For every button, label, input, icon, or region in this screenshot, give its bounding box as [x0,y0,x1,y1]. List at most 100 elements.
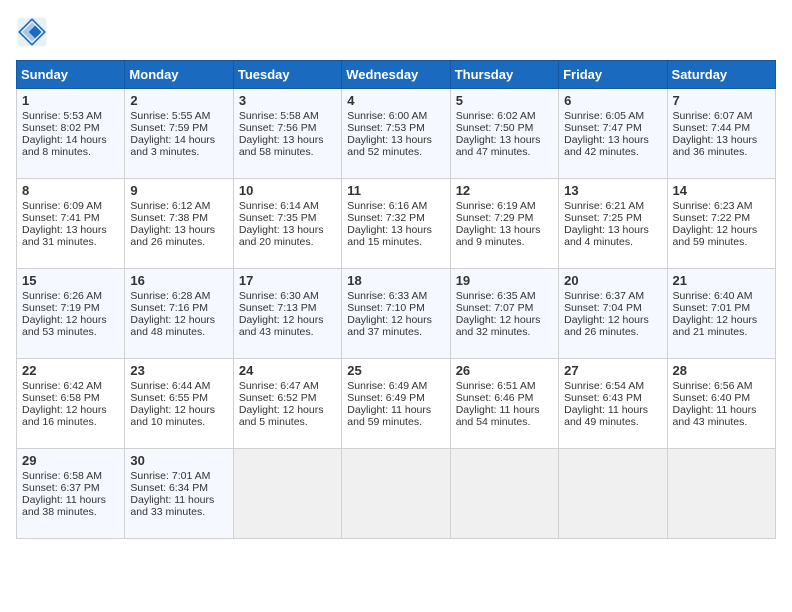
day-info: and 49 minutes. [564,416,661,428]
calendar-cell: 1Sunrise: 5:53 AMSunset: 8:02 PMDaylight… [17,89,125,179]
day-info: Sunset: 6:40 PM [673,392,770,404]
calendar-table: SundayMondayTuesdayWednesdayThursdayFrid… [16,60,776,539]
day-info: Sunset: 6:55 PM [130,392,227,404]
day-info: Sunset: 6:46 PM [456,392,553,404]
day-number: 16 [130,273,227,288]
day-info: Sunset: 7:44 PM [673,122,770,134]
day-info: Sunrise: 6:58 AM [22,470,119,482]
day-info: Daylight: 12 hours [130,314,227,326]
weekday-header-sunday: Sunday [17,61,125,89]
day-info: Daylight: 11 hours [564,404,661,416]
day-info: Sunset: 7:41 PM [22,212,119,224]
page-header [16,16,776,48]
day-info: and 48 minutes. [130,326,227,338]
day-info: and 38 minutes. [22,506,119,518]
day-number: 17 [239,273,336,288]
day-info: Sunset: 7:35 PM [239,212,336,224]
day-info: Daylight: 13 hours [564,224,661,236]
day-info: Sunset: 7:38 PM [130,212,227,224]
day-info: Sunrise: 6:33 AM [347,290,444,302]
weekday-header-monday: Monday [125,61,233,89]
calendar-cell: 29Sunrise: 6:58 AMSunset: 6:37 PMDayligh… [17,449,125,539]
day-info: and 10 minutes. [130,416,227,428]
day-info: Sunrise: 6:40 AM [673,290,770,302]
day-info: Sunrise: 6:44 AM [130,380,227,392]
day-info: Sunset: 6:49 PM [347,392,444,404]
day-info: Sunset: 8:02 PM [22,122,119,134]
day-info: Sunrise: 6:07 AM [673,110,770,122]
day-info: Sunset: 7:07 PM [456,302,553,314]
day-info: Daylight: 13 hours [239,224,336,236]
day-info: and 54 minutes. [456,416,553,428]
calendar-cell: 4Sunrise: 6:00 AMSunset: 7:53 PMDaylight… [342,89,450,179]
day-info: and 47 minutes. [456,146,553,158]
calendar-cell: 28Sunrise: 6:56 AMSunset: 6:40 PMDayligh… [667,359,775,449]
day-info: Sunset: 7:22 PM [673,212,770,224]
day-info: Daylight: 13 hours [456,134,553,146]
calendar-cell: 18Sunrise: 6:33 AMSunset: 7:10 PMDayligh… [342,269,450,359]
calendar-cell: 17Sunrise: 6:30 AMSunset: 7:13 PMDayligh… [233,269,341,359]
calendar-cell: 21Sunrise: 6:40 AMSunset: 7:01 PMDayligh… [667,269,775,359]
day-info: and 31 minutes. [22,236,119,248]
weekday-header-wednesday: Wednesday [342,61,450,89]
day-info: Sunrise: 5:55 AM [130,110,227,122]
day-info: Sunset: 7:32 PM [347,212,444,224]
day-number: 27 [564,363,661,378]
day-info: Daylight: 13 hours [456,224,553,236]
day-info: Daylight: 13 hours [347,134,444,146]
day-info: Daylight: 12 hours [456,314,553,326]
day-info: and 4 minutes. [564,236,661,248]
day-number: 5 [456,93,553,108]
day-number: 30 [130,453,227,468]
day-info: Daylight: 12 hours [564,314,661,326]
logo [16,16,52,48]
weekday-header-saturday: Saturday [667,61,775,89]
day-info: and 53 minutes. [22,326,119,338]
calendar-week-5: 29Sunrise: 6:58 AMSunset: 6:37 PMDayligh… [17,449,776,539]
day-info: Sunset: 7:56 PM [239,122,336,134]
day-info: Sunrise: 6:21 AM [564,200,661,212]
day-info: and 5 minutes. [239,416,336,428]
day-number: 2 [130,93,227,108]
day-number: 3 [239,93,336,108]
day-info: Daylight: 13 hours [347,224,444,236]
day-info: Daylight: 13 hours [130,224,227,236]
calendar-cell: 10Sunrise: 6:14 AMSunset: 7:35 PMDayligh… [233,179,341,269]
calendar-cell: 13Sunrise: 6:21 AMSunset: 7:25 PMDayligh… [559,179,667,269]
calendar-cell: 22Sunrise: 6:42 AMSunset: 6:58 PMDayligh… [17,359,125,449]
day-info: and 15 minutes. [347,236,444,248]
calendar-cell [559,449,667,539]
day-number: 7 [673,93,770,108]
day-info: Sunrise: 6:19 AM [456,200,553,212]
day-info: Daylight: 11 hours [22,494,119,506]
day-info: Daylight: 12 hours [239,314,336,326]
day-info: and 16 minutes. [22,416,119,428]
day-info: and 26 minutes. [130,236,227,248]
day-number: 10 [239,183,336,198]
day-info: Sunrise: 6:12 AM [130,200,227,212]
day-info: Sunrise: 5:58 AM [239,110,336,122]
day-info: and 21 minutes. [673,326,770,338]
day-info: and 32 minutes. [456,326,553,338]
day-info: Sunrise: 6:37 AM [564,290,661,302]
calendar-cell: 5Sunrise: 6:02 AMSunset: 7:50 PMDaylight… [450,89,558,179]
day-info: Sunrise: 6:09 AM [22,200,119,212]
day-info: and 58 minutes. [239,146,336,158]
day-info: and 8 minutes. [22,146,119,158]
day-info: Daylight: 11 hours [347,404,444,416]
day-info: Sunset: 7:19 PM [22,302,119,314]
day-info: Sunrise: 6:49 AM [347,380,444,392]
day-info: Sunset: 7:01 PM [673,302,770,314]
day-info: and 59 minutes. [347,416,444,428]
calendar-cell: 15Sunrise: 6:26 AMSunset: 7:19 PMDayligh… [17,269,125,359]
day-info: Daylight: 14 hours [22,134,119,146]
day-info: Daylight: 12 hours [22,404,119,416]
day-info: Daylight: 13 hours [239,134,336,146]
weekday-header-row: SundayMondayTuesdayWednesdayThursdayFrid… [17,61,776,89]
day-info: Sunrise: 6:28 AM [130,290,227,302]
day-info: Sunset: 7:29 PM [456,212,553,224]
day-info: Daylight: 12 hours [130,404,227,416]
calendar-cell: 26Sunrise: 6:51 AMSunset: 6:46 PMDayligh… [450,359,558,449]
calendar-cell: 14Sunrise: 6:23 AMSunset: 7:22 PMDayligh… [667,179,775,269]
day-info: Sunset: 7:53 PM [347,122,444,134]
